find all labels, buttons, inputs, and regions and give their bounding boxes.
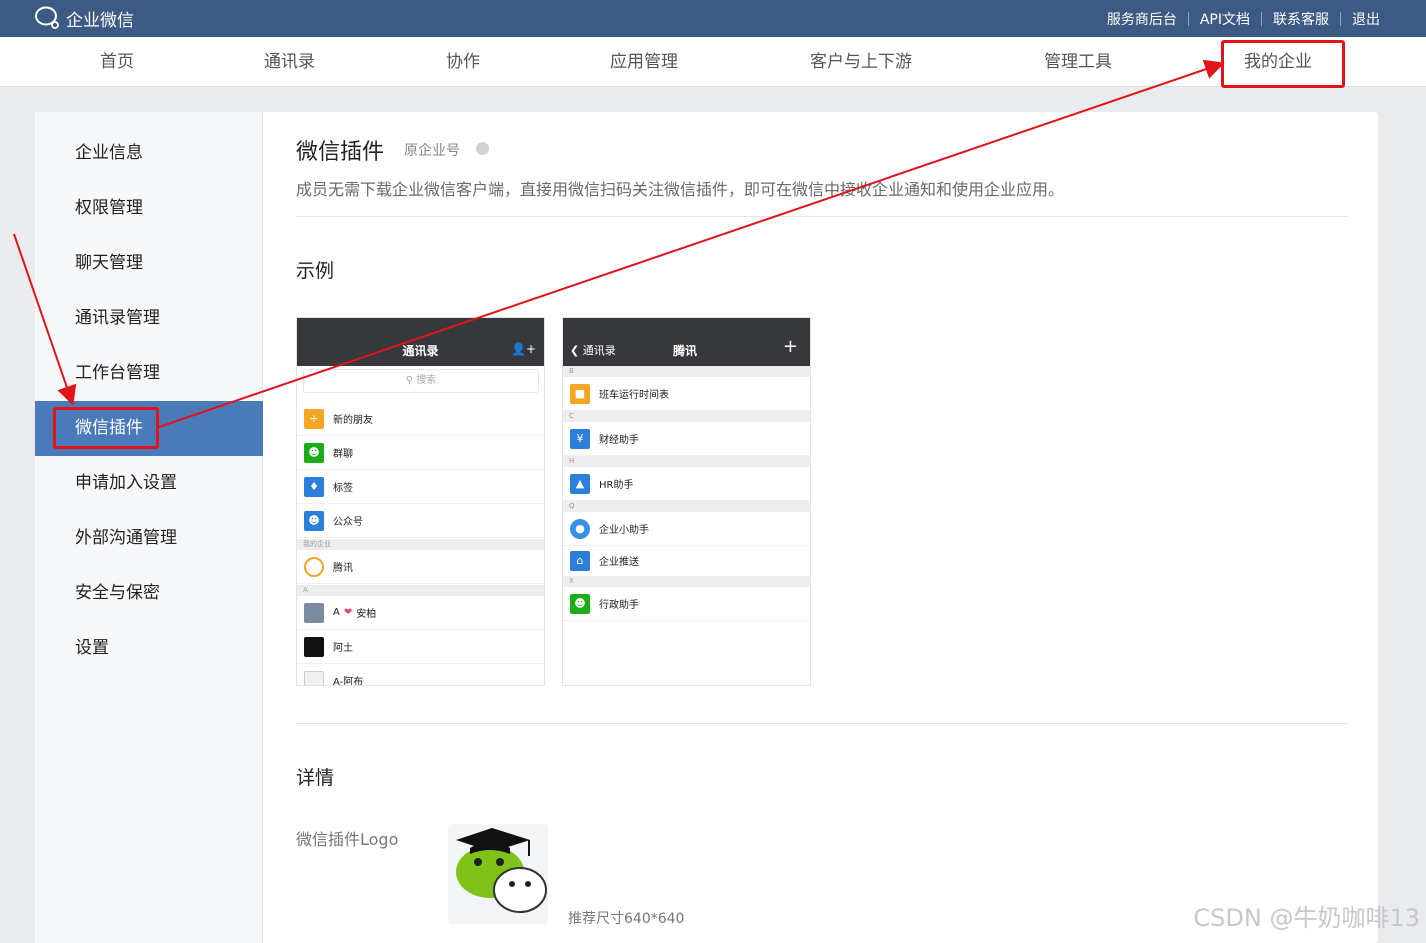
top-link-service[interactable]: 服务商后台 (1107, 9, 1177, 29)
top-bar: 企业微信 服务商后台 API文档 联系客服 退出 (0, 0, 1426, 37)
list-item: A-阿布 (297, 664, 544, 685)
tencent-logo-icon (304, 556, 324, 577)
list-item: ⌂ 企业推送 (563, 544, 810, 578)
top-links: 服务商后台 API文档 联系客服 退出 (1107, 0, 1380, 37)
example-phone-company: ❮ 通讯录 腾讯 + B ■ 班车运行时间表 C ¥ 财经助手 H ▲ HR助手 Q … (562, 317, 811, 686)
top-link-separator (1340, 11, 1341, 26)
top-link-separator (1261, 11, 1262, 26)
example-phone-contacts: 通讯录 👤+ ⚲ 搜索 + 新的朋友 ☻ 群聊 ♦ 标签 ☻ 公众号 我的企业 腾讯 A… (296, 317, 545, 686)
new-friends-icon: + (304, 408, 324, 429)
nav-contacts[interactable]: 通讯录 (264, 37, 315, 87)
list-item: ¥ 财经助手 (563, 422, 810, 456)
list-item: ☻ 群聊 (297, 436, 544, 470)
main-nav: 首页 通讯录 协作 应用管理 客户与上下游 管理工具 我的企业 (0, 37, 1426, 87)
avatar (304, 636, 324, 657)
sidebar-item-settings[interactable]: 设置 (35, 621, 263, 676)
brand-name: 企业微信 (66, 10, 134, 31)
list-item: ♦ 标签 (297, 470, 544, 504)
yen-icon: ¥ (570, 428, 590, 449)
sidebar-item-contacts-management[interactable]: 通讯录管理 (35, 291, 263, 346)
tag-icon: ♦ (304, 476, 324, 497)
sidebar: 企业信息 权限管理 聊天管理 通讯录管理 工作台管理 微信插件 申请加入设置 外… (35, 112, 263, 943)
nav-collaboration[interactable]: 协作 (446, 37, 480, 87)
nav-home[interactable]: 首页 (100, 37, 134, 87)
group-header: C (563, 411, 810, 422)
admin-icon: ☻ (570, 593, 590, 614)
page-title: 微信插件 (296, 140, 385, 165)
logo-size-hint: 推荐尺寸640*640 (568, 911, 685, 927)
add-contact-icon: 👤+ (511, 342, 536, 356)
group-chat-icon: ☻ (304, 442, 324, 463)
bus-icon: ■ (570, 383, 590, 404)
list-item: A ❤ 安柏 (297, 596, 544, 630)
info-icon[interactable] (476, 142, 489, 155)
official-account-icon: ☻ (304, 510, 324, 531)
nav-management-tools[interactable]: 管理工具 (1044, 37, 1112, 87)
sidebar-item-chat-management[interactable]: 聊天管理 (35, 236, 263, 291)
phone-header: ❮ 通讯录 腾讯 + (563, 318, 810, 366)
group-header: 我的企业 (297, 539, 544, 550)
group-header: H (563, 456, 810, 467)
group-header: X (563, 576, 810, 587)
phone-title: 腾讯 (673, 344, 698, 358)
list-item: 阿土 (297, 630, 544, 664)
chevron-left-icon: ❮ (570, 344, 580, 357)
back-link: ❮ 通讯录 (570, 344, 616, 357)
list-item: ☻ 公众号 (297, 504, 544, 538)
plus-icon: + (782, 336, 798, 357)
sidebar-item-workbench[interactable]: 工作台管理 (35, 346, 263, 401)
list-item: ▲ HR助手 (563, 467, 810, 501)
list-item: ■ 班车运行时间表 (563, 377, 810, 411)
list-item: 腾讯 (297, 550, 544, 584)
group-header: Q (563, 501, 810, 512)
example-section-title: 示例 (296, 260, 335, 282)
title-tag: 原企业号 (404, 143, 460, 159)
phone-title: 通讯录 (402, 344, 439, 358)
list-item: ● 企业小助手 (563, 512, 810, 546)
list-item: ☻ 行政助手 (563, 587, 810, 621)
top-link-support[interactable]: 联系客服 (1273, 9, 1329, 29)
sidebar-item-security[interactable]: 安全与保密 (35, 566, 263, 621)
nav-app-management[interactable]: 应用管理 (610, 37, 678, 87)
top-link-separator (1187, 11, 1189, 26)
search-icon: ⚲ (405, 375, 414, 386)
page-description: 成员无需下载企业微信客户端，直接用微信扫码关注微信插件，即可在微信中接收企业通知… (296, 180, 1065, 199)
divider (296, 216, 1348, 217)
phone-header: 通讯录 👤+ (297, 318, 544, 366)
home-icon: ⌂ (570, 550, 590, 571)
plugin-logo-image[interactable] (448, 824, 548, 924)
sidebar-item-external-comm[interactable]: 外部沟通管理 (35, 511, 263, 566)
avatar (304, 670, 324, 685)
divider (296, 723, 1348, 724)
wecom-logo-icon (34, 5, 62, 31)
sidebar-item-permissions[interactable]: 权限管理 (35, 181, 263, 236)
group-header: A (297, 585, 544, 596)
search-placeholder: 搜索 (416, 375, 437, 386)
annotation-box-my-enterprise (1221, 40, 1345, 88)
top-link-logout[interactable]: 退出 (1352, 9, 1380, 29)
group-header: B (563, 366, 810, 377)
hr-icon: ▲ (570, 473, 590, 494)
nav-customers[interactable]: 客户与上下游 (810, 37, 912, 87)
wechat-graduation-logo-icon (456, 828, 547, 913)
brand-logo[interactable]: 企业微信 (34, 5, 134, 31)
sidebar-item-join-settings[interactable]: 申请加入设置 (35, 456, 263, 511)
sidebar-item-enterprise-info[interactable]: 企业信息 (35, 126, 263, 181)
logo-label: 微信插件Logo (296, 830, 399, 849)
details-section-title: 详情 (296, 767, 335, 789)
watermark: CSDN @牛奶咖啡13 (1193, 904, 1420, 932)
heart-icon: ❤ (343, 607, 353, 618)
list-item: + 新的朋友 (297, 402, 544, 436)
annotation-box-wechat-plugin (53, 407, 159, 449)
assistant-icon: ● (570, 518, 590, 539)
top-link-api[interactable]: API文档 (1200, 9, 1250, 29)
avatar (304, 602, 324, 623)
phone-search-box: ⚲ 搜索 (303, 369, 539, 393)
